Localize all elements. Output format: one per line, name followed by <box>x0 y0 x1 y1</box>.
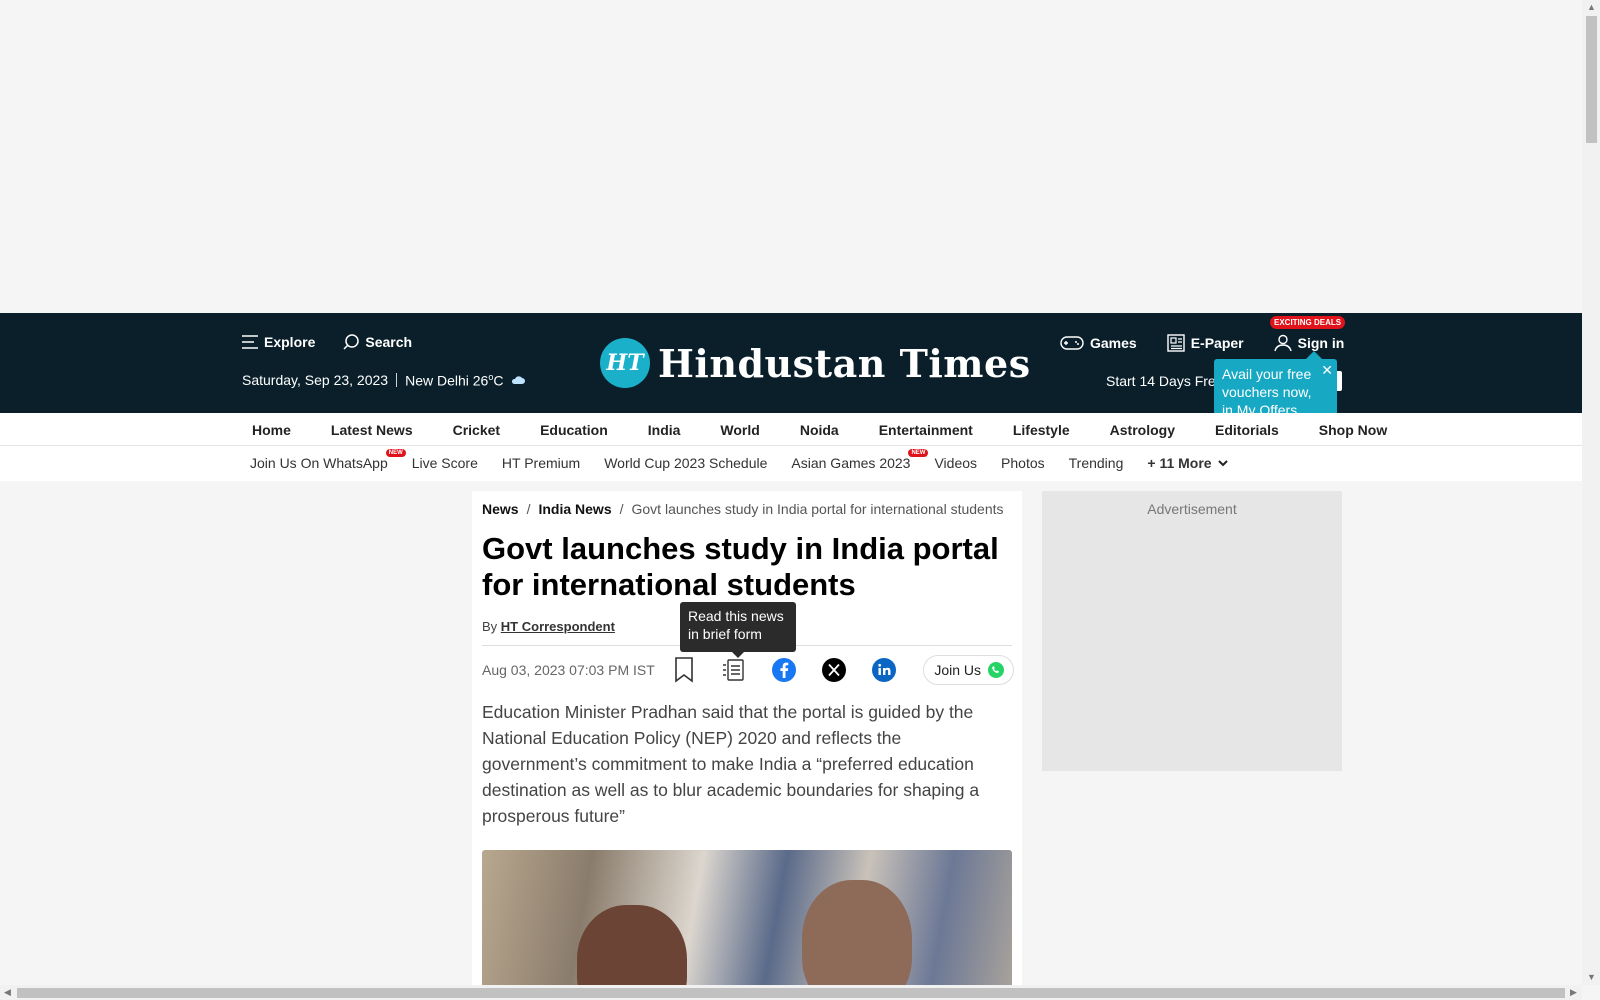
nav-item-live-score[interactable]: Live Score <box>412 455 478 471</box>
nav-item-world-cup-schedule[interactable]: World Cup 2023 Schedule <box>604 455 767 471</box>
games-link[interactable]: Games <box>1060 335 1137 351</box>
breadcrumb: News / India News / Govt launches study … <box>482 501 1004 517</box>
scroll-left-arrow-icon[interactable]: ◀ <box>4 987 11 998</box>
offers-popover-text: Avail your free vouchers now, in My Offe… <box>1222 366 1312 418</box>
primary-nav: Home Latest News Cricket Education India… <box>0 413 1582 446</box>
nav-item-shop-now[interactable]: Shop Now <box>1319 422 1387 438</box>
scroll-up-arrow-icon[interactable]: ▲ <box>1587 2 1596 12</box>
more-menu-button[interactable]: + 11 More <box>1147 455 1228 471</box>
games-label: Games <box>1090 335 1137 351</box>
nav-item-trending[interactable]: Trending <box>1069 455 1124 471</box>
horizontal-scrollbar[interactable]: ◀ ▶ <box>0 985 1582 1000</box>
breadcrumb-current: Govt launches study in India portal for … <box>631 501 1004 517</box>
deals-badge: EXCITING DEALS <box>1270 316 1346 329</box>
sign-in-label: Sign in <box>1297 335 1345 351</box>
weather-text: New Delhi 26oC <box>405 372 504 389</box>
sidebar-advertisement: Advertisement <box>1042 491 1342 771</box>
close-icon[interactable]: ✕ <box>1321 361 1333 379</box>
join-us-label: Join Us <box>934 662 981 678</box>
nav-item-world[interactable]: World <box>720 422 759 438</box>
article-summary: Education Minister Pradhan said that the… <box>482 702 980 826</box>
user-icon <box>1273 334 1292 352</box>
nav-item-entertainment[interactable]: Entertainment <box>879 422 973 438</box>
sign-in-button[interactable]: Sign in <box>1273 334 1345 352</box>
start-trial-link[interactable]: Start 14 Days Fre <box>1106 373 1216 389</box>
newspaper-icon <box>1167 334 1185 352</box>
epaper-link[interactable]: E-Paper <box>1167 334 1244 352</box>
search-button[interactable]: Search <box>343 334 412 350</box>
article-meta-row: Aug 03, 2023 07:03 PM IST Join Us <box>482 652 1014 688</box>
document-list-icon <box>722 659 744 681</box>
brief-read-tooltip: Read this news in brief form <box>680 602 796 658</box>
nav-item-education[interactable]: Education <box>540 422 608 438</box>
nav-item-photos[interactable]: Photos <box>1001 455 1045 471</box>
breadcrumb-separator: / <box>526 501 531 517</box>
chevron-down-icon <box>1217 459 1228 466</box>
vertical-scrollbar[interactable]: ▲ ▼ <box>1582 0 1600 985</box>
breadcrumb-news[interactable]: News <box>482 501 519 517</box>
nav-item-videos[interactable]: Videos <box>934 455 977 471</box>
search-icon <box>343 334 360 350</box>
x-icon <box>821 658 846 682</box>
article-hero-image[interactable] <box>482 850 1012 1000</box>
bookmark-icon <box>674 657 693 683</box>
site-logo[interactable]: HT Hindustan Times <box>600 338 1031 388</box>
person-figure <box>802 880 912 1000</box>
author-link[interactable]: HT Correspondent <box>501 619 615 634</box>
nav-item-india[interactable]: India <box>648 422 681 438</box>
nav-item-noida[interactable]: Noida <box>800 422 839 438</box>
nav-item-ht-premium[interactable]: HT Premium <box>502 455 580 471</box>
advertisement-label: Advertisement <box>1147 501 1237 517</box>
logo-badge: HT <box>600 338 650 388</box>
top-ad-area <box>0 0 1582 313</box>
join-us-whatsapp-button[interactable]: Join Us <box>923 655 1014 685</box>
nav-item-latest-news[interactable]: Latest News <box>331 422 413 438</box>
horizontal-scrollbar-thumb[interactable] <box>17 988 1565 998</box>
x-share-button[interactable] <box>821 657 847 683</box>
linkedin-icon <box>871 658 896 682</box>
breadcrumb-india-news[interactable]: India News <box>538 501 611 517</box>
nav-item-asian-games[interactable]: Asian Games 2023 NEW <box>791 449 929 471</box>
vertical-scrollbar-thumb[interactable] <box>1586 16 1597 143</box>
explore-label: Explore <box>264 334 316 350</box>
facebook-icon <box>771 658 796 682</box>
nav-item-astrology[interactable]: Astrology <box>1110 422 1175 438</box>
publish-timestamp: Aug 03, 2023 07:03 PM IST <box>482 662 655 678</box>
whatsapp-icon <box>988 662 1004 678</box>
scroll-right-arrow-icon[interactable]: ▶ <box>1570 987 1577 998</box>
site-header: Explore Search Saturday, Sep 23, 2023 Ne… <box>0 313 1582 413</box>
byline-prefix: By <box>482 619 498 634</box>
menu-icon <box>242 335 258 349</box>
nav-item-cricket[interactable]: Cricket <box>453 422 500 438</box>
linkedin-share-button[interactable] <box>871 657 897 683</box>
new-badge: NEW <box>908 449 929 457</box>
explore-button[interactable]: Explore <box>242 334 315 350</box>
article-card: News / India News / Govt launches study … <box>472 491 1022 1000</box>
new-badge: NEW <box>385 449 406 457</box>
logo-text: Hindustan Times <box>658 340 1031 386</box>
current-date: Saturday, Sep 23, 2023 <box>242 372 389 389</box>
scroll-down-arrow-icon[interactable]: ▼ <box>1587 972 1596 982</box>
byline: By HT Correspondent <box>482 619 615 634</box>
nav-item-whatsapp[interactable]: Join Us On WhatsApp NEW <box>250 449 406 471</box>
brief-read-button[interactable] <box>721 657 747 683</box>
facebook-share-button[interactable] <box>771 657 797 683</box>
date-weather: Saturday, Sep 23, 2023 New Delhi 26oC <box>242 372 526 389</box>
nav-item-home[interactable]: Home <box>252 422 291 438</box>
bookmark-button[interactable] <box>671 657 697 683</box>
cloud-icon <box>512 376 526 385</box>
breadcrumb-separator: / <box>619 501 624 517</box>
divider <box>396 373 398 388</box>
nav-item-editorials[interactable]: Editorials <box>1215 422 1279 438</box>
article-headline: Govt launches study in India portal for … <box>482 531 999 602</box>
gamepad-icon <box>1060 336 1084 350</box>
secondary-nav: Join Us On WhatsApp NEW Live Score HT Pre… <box>0 446 1582 481</box>
nav-item-lifestyle[interactable]: Lifestyle <box>1013 422 1070 438</box>
epaper-label: E-Paper <box>1190 335 1244 351</box>
search-label: Search <box>365 334 413 350</box>
